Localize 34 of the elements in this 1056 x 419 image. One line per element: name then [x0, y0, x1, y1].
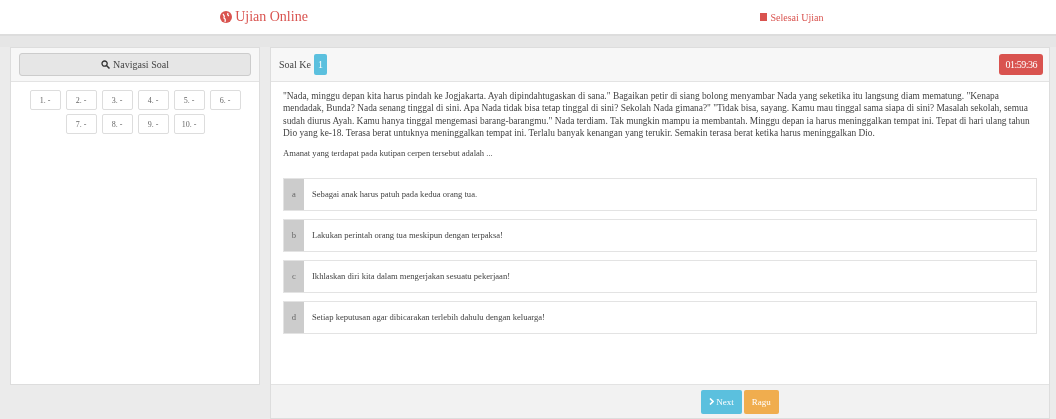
stop-icon	[760, 13, 768, 21]
question-passage: "Nada, minggu depan kita harus pindah ke Jogjakarta. Ayah dipindahtugaskan di sana." Bagaikan petir di siang bolong menyambar Nada yang seketika itu langsung diam mematung. "Kenapa mendadak, Bunda? Nada senang tinggal di sini. Apa Nada tidak bisa tetap tinggal di sini? Sekolah Nada gimana?" "Tidak bisa, sayang. Kamu mau tinggal sama siapa di sini? Masalah sekolah, semua sudah diurus Ayah. Kamu hanya tinggal mengemasi barang-barangmu." Nada terdiam. Tak mungkin mampu ia membantah. Minggu depan ia harus meninggalkan tempat ini. Tepat di hari ulang tahun Dio yang ke-18. Terasa berat untuknya meninggalkan tempat ini. Terlalu banyak kenangan yang terukir. Semakin terasa berat ketika harus meninggalkan Dio.	[283, 90, 1031, 140]
finish-exam-link[interactable]: Selesai Ujian	[760, 11, 824, 23]
question-number-button[interactable]: 6. -	[209, 90, 241, 110]
option-letter: c	[284, 260, 304, 292]
question-prompt: Amanat yang terdapat pada kutipan cerpen tersebut adalah ...	[283, 147, 494, 158]
question-number-button[interactable]: 1. -	[29, 90, 61, 110]
option-letter: d	[284, 301, 304, 333]
question-number-button[interactable]: 7. -	[65, 114, 97, 134]
answer-option[interactable]: b Lakukan perintah orang tua meskipun dengan terpaksa!	[283, 218, 1037, 252]
option-letter: a	[284, 178, 304, 210]
question-number-button[interactable]: 9. -	[137, 114, 169, 134]
countdown-timer: 01:59:36	[999, 54, 1043, 75]
option-text: Ikhlaskan diri kita dalam mengerjakan sesuatu pekerjaan!	[311, 270, 511, 284]
option-text: Sebagai anak harus patuh pada kedua orang tua.	[311, 188, 478, 202]
question-label: Soal Ke	[279, 59, 311, 70]
question-number-button[interactable]: 2. -	[65, 90, 97, 110]
question-number-button[interactable]: 4. -	[137, 90, 169, 110]
answer-option[interactable]: c Ikhlaskan diri kita dalam mengerjakan sesuatu pekerjaan!	[283, 259, 1037, 293]
app-title: Ujian Online	[220, 9, 308, 25]
question-number-button[interactable]: 3. -	[101, 90, 133, 110]
question-number-badge: 1	[313, 54, 327, 75]
question-number-button[interactable]: 5. -	[173, 90, 205, 110]
question-number-button[interactable]: 8. -	[101, 114, 133, 134]
navigation-button[interactable]: Navigasi Soal	[19, 53, 251, 76]
search-icon	[101, 60, 111, 69]
answer-option[interactable]: a Sebagai anak harus patuh pada kedua orang tua.	[283, 177, 1037, 211]
globe-icon	[220, 11, 233, 23]
option-letter: b	[284, 219, 304, 251]
chevron-right-icon	[709, 398, 715, 405]
answer-option[interactable]: d Setiap keputusan agar dibicarakan terlebih dahulu dengan keluarga!	[283, 300, 1037, 334]
option-text: Lakukan perintah orang tua meskipun dengan terpaksa!	[311, 229, 503, 243]
option-text: Setiap keputusan agar dibicarakan terlebih dahulu dengan keluarga!	[311, 311, 545, 325]
question-number-button[interactable]: 10. -	[173, 114, 205, 134]
